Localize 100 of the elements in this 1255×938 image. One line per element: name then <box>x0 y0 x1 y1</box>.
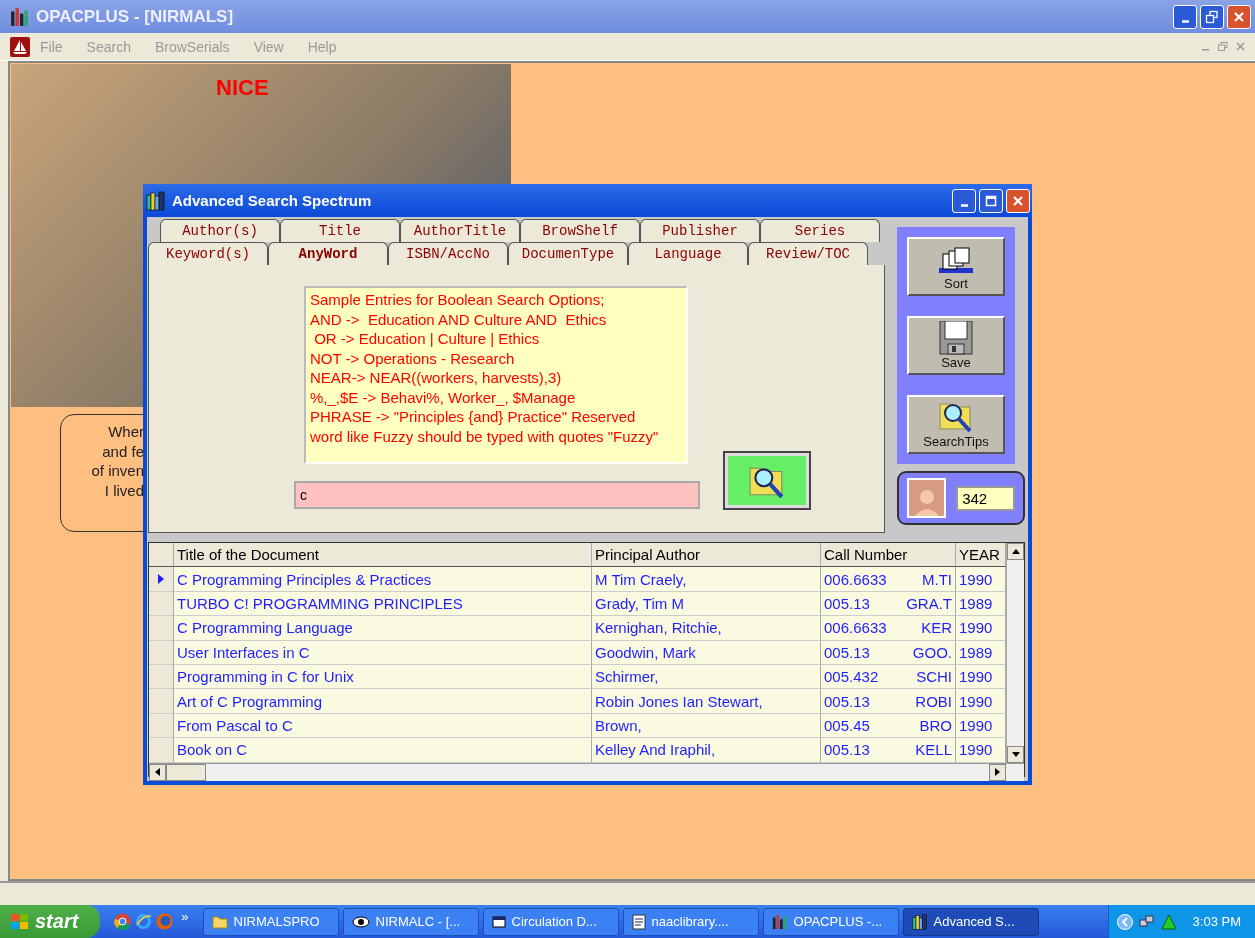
books-icon <box>146 190 166 211</box>
restore-icon[interactable] <box>1218 42 1228 51</box>
tab[interactable]: Keyword(s) <box>148 242 268 265</box>
dialog-title: Advanced Search Spectrum <box>172 192 373 209</box>
table-cell: TURBO C! PROGRAMMING PRINCIPLES <box>174 591 592 617</box>
down-arrow-icon[interactable] <box>1011 751 1020 757</box>
scroll-up-button[interactable] <box>1007 543 1024 560</box>
count-field: 342 <box>956 485 1015 511</box>
window-icon <box>491 914 506 929</box>
taskbar-button[interactable]: Advanced S... <box>902 907 1039 936</box>
table-cell: 006.6633 <box>821 567 901 592</box>
table-cell: 005.13 <box>821 591 901 617</box>
tab[interactable]: DocumenType <box>508 242 628 265</box>
table-cell: Grady, Tim M <box>592 591 821 617</box>
column-header[interactable]: YEAR <box>956 543 1006 568</box>
network-icon[interactable] <box>1138 913 1155 930</box>
triangle-icon[interactable] <box>1160 913 1177 930</box>
bar-chart-icon <box>771 913 788 930</box>
taskbar-button[interactable]: NIRMALC - [... <box>342 907 479 936</box>
clock: 3:03 PM <box>1192 914 1241 929</box>
column-header[interactable]: Title of the Document <box>174 543 592 568</box>
windows-flag-icon <box>10 912 30 931</box>
close-icon <box>1011 193 1025 208</box>
table-cell: Kelley And Iraphil, <box>592 738 821 763</box>
tool-button[interactable]: Save <box>907 316 1005 375</box>
table-cell: C Programming Language <box>174 616 592 641</box>
browser-icon[interactable] <box>114 913 132 930</box>
table-cell: GRA.T <box>901 591 956 617</box>
note-text: Wher and fe of inven I lived <box>90 422 144 500</box>
taskbar-button[interactable]: naaclibrary.... <box>622 907 759 936</box>
table-cell: Schirmer, <box>592 664 821 690</box>
table-cell: M Tim Craely, <box>592 567 821 592</box>
minimize-icon <box>960 204 968 207</box>
column-header[interactable]: Principal Author <box>592 543 821 568</box>
table-cell: BRO <box>901 713 956 739</box>
table-cell: 005.13 <box>821 689 901 714</box>
close-button[interactable] <box>1006 188 1030 213</box>
tab[interactable]: BrowShelf <box>520 219 640 242</box>
sample-entries-text: Sample Entries for Boolean Search Options; AND -> Education AND Culture AND Ethics OR -> Education | Culture | Ethics NOT -> Operations - Research NEAR-> NEAR((workers, harvests),3) %,_,$E -> Behavi%, Worker_, $Manage PHRASE -> "Principles {and} Practice" Reserved word like Fuzzy should be typed with quotes "Fuzzy" <box>304 286 688 464</box>
table-cell: C Programming Principles & Practices <box>174 567 592 592</box>
scroll-left-button[interactable] <box>149 763 166 781</box>
scroll-right-button[interactable] <box>989 763 1006 781</box>
table-cell: KELL <box>901 738 956 763</box>
scrollbar-thumb[interactable] <box>166 763 206 781</box>
document-icon <box>631 913 646 930</box>
table-cell: Art of C Programming <box>174 689 592 714</box>
tab[interactable]: Language <box>628 242 748 265</box>
column-header[interactable]: Call Number <box>821 543 956 568</box>
tab[interactable]: Publisher <box>640 219 760 242</box>
taskbar-button[interactable]: OPACPLUS -... <box>762 907 899 936</box>
table-cell: 006.6633 <box>821 616 901 641</box>
tab[interactable]: Author(s) <box>160 219 280 242</box>
search-field[interactable]: c <box>294 481 700 509</box>
minimize-icon <box>1181 20 1189 23</box>
chevron-icon[interactable] <box>1116 913 1133 930</box>
table-cell: Programming in C for Unix <box>174 664 592 690</box>
browser-icon[interactable] <box>135 913 153 930</box>
tab[interactable]: Review/TOC <box>748 242 868 265</box>
window-title: OPACPLUS - [NIRMALS] <box>36 6 235 27</box>
table-cell: Book on C <box>174 738 592 763</box>
table-cell: M.TI <box>901 567 956 592</box>
left-arrow-icon[interactable] <box>155 768 160 776</box>
table-cell: 005.45 <box>821 713 901 739</box>
scroll-down-button[interactable] <box>1007 745 1024 763</box>
close-icon[interactable] <box>1236 42 1245 51</box>
overflow-chevron[interactable]: » <box>181 909 189 924</box>
tab[interactable]: AuthorTitle <box>400 219 520 242</box>
pointer-icon <box>157 573 165 586</box>
tool-button[interactable]: Sort <box>907 237 1005 296</box>
folder-icon <box>211 914 228 929</box>
table-cell: Robin Jones Ian Stewart, <box>592 689 821 714</box>
vertical-scrollbar[interactable] <box>1006 543 1024 763</box>
table-cell: 005.13 <box>821 640 901 665</box>
minimize-button[interactable] <box>1173 4 1197 29</box>
maximize-icon <box>984 193 998 208</box>
maximize-button[interactable] <box>979 188 1003 213</box>
restore-button[interactable] <box>1200 4 1224 29</box>
sailboat-icon <box>10 36 30 57</box>
tool-button[interactable]: SearchTips <box>907 395 1005 454</box>
minimize-button[interactable] <box>952 188 976 213</box>
tab[interactable]: Series <box>760 219 880 242</box>
eye-icon <box>351 914 370 929</box>
table-cell: 005.432 <box>821 664 901 690</box>
restore-icon <box>1205 9 1219 24</box>
close-button[interactable] <box>1227 4 1251 29</box>
taskbar-button[interactable]: Circulation D... <box>482 907 619 936</box>
search-button[interactable] <box>723 451 811 510</box>
tab[interactable]: AnyWord <box>268 242 388 265</box>
close-icon <box>1232 9 1246 24</box>
table-cell: Goodwin, Mark <box>592 640 821 665</box>
tab[interactable]: ISBN/AccNo <box>388 242 508 265</box>
banner-caption: NICE <box>216 75 269 101</box>
taskbar-button[interactable]: NIRMALSPRO <box>202 907 339 936</box>
tab[interactable]: Title <box>280 219 400 242</box>
table-cell: From Pascal to C <box>174 713 592 739</box>
avatar-placeholder <box>907 478 947 518</box>
right-arrow-icon[interactable] <box>995 768 1000 776</box>
row-selector[interactable] <box>149 567 174 592</box>
bar-chart-icon <box>10 6 30 27</box>
up-arrow-icon[interactable] <box>1011 549 1020 554</box>
